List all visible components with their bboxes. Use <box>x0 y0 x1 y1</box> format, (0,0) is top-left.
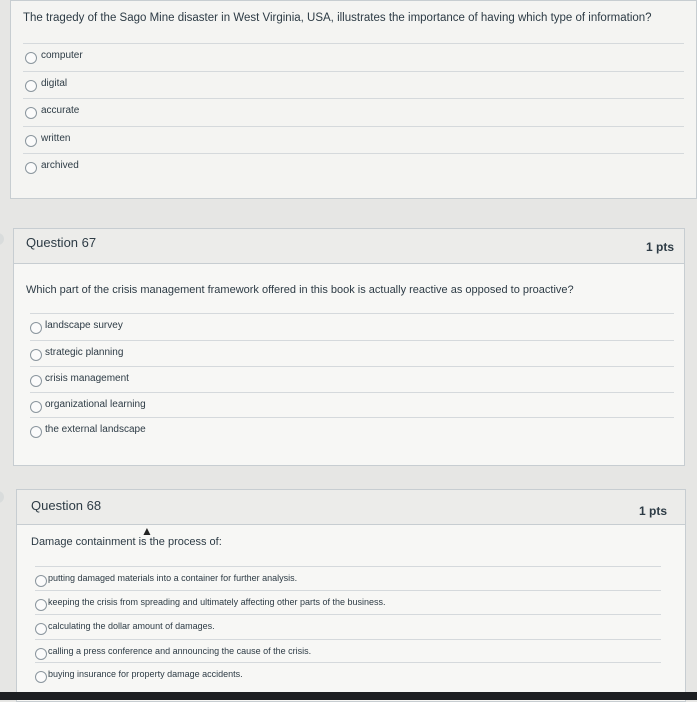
answer-label: keeping the crisis from spreading and ul… <box>48 597 386 607</box>
answer-label: calculating the dollar amount of damages… <box>48 621 215 631</box>
radio-button[interactable] <box>30 349 42 361</box>
question-header: Question 68 1 pts <box>17 490 685 525</box>
answer-option[interactable]: calculating the dollar amount of damages… <box>35 614 661 641</box>
answer-option[interactable]: accurate <box>23 98 684 125</box>
radio-button[interactable] <box>35 671 47 683</box>
question-title: Question 68 <box>31 498 102 513</box>
question-marker-icon <box>0 233 4 245</box>
answer-label: written <box>41 133 71 144</box>
radio-button[interactable] <box>25 135 37 147</box>
question-points: 1 pts <box>638 504 667 518</box>
answer-label: landscape survey <box>45 320 123 331</box>
radio-button[interactable] <box>30 322 42 334</box>
question-points: 1 pts <box>645 240 674 254</box>
answer-label: computer <box>41 50 83 61</box>
question-card-67: Question 67 1 pts Which part of the cris… <box>13 228 685 466</box>
answer-label: accurate <box>41 105 80 116</box>
answer-label: the external landscape <box>45 424 146 435</box>
radio-button[interactable] <box>25 107 37 119</box>
answer-label: organizational learning <box>45 399 146 410</box>
answer-option[interactable]: buying insurance for property damage acc… <box>35 662 661 689</box>
answer-option[interactable]: putting damaged materials into a contain… <box>35 566 661 593</box>
radio-button[interactable] <box>25 162 37 174</box>
quiz-page: The tragedy of the Sago Mine disaster in… <box>0 0 697 702</box>
answer-label: crisis management <box>45 373 129 384</box>
radio-button[interactable] <box>35 648 47 660</box>
answer-option[interactable]: landscape survey <box>30 313 674 340</box>
question-text: Damage containment is the process of: <box>31 536 222 548</box>
question-marker-icon <box>0 491 4 503</box>
answer-option[interactable]: archived <box>23 153 684 180</box>
answer-option[interactable]: the external landscape <box>30 417 674 444</box>
answer-label: archived <box>41 160 79 171</box>
radio-button[interactable] <box>30 426 42 438</box>
answer-option[interactable]: digital <box>23 71 684 98</box>
answer-option[interactable]: strategic planning <box>30 340 674 367</box>
answer-label: calling a press conference and announcin… <box>48 646 312 656</box>
radio-button[interactable] <box>25 80 37 92</box>
question-text: Which part of the crisis management fram… <box>26 284 574 296</box>
screen-bezel <box>0 692 697 700</box>
answer-option[interactable]: crisis management <box>30 366 674 393</box>
question-text: The tragedy of the Sago Mine disaster in… <box>23 12 652 24</box>
answer-label: buying insurance for property damage acc… <box>48 669 243 679</box>
radio-button[interactable] <box>25 52 37 64</box>
question-header: Question 67 1 pts <box>14 229 684 264</box>
answer-option[interactable]: written <box>23 126 684 153</box>
question-card-prev: The tragedy of the Sago Mine disaster in… <box>10 0 697 199</box>
radio-button[interactable] <box>35 575 47 587</box>
answer-option[interactable]: keeping the crisis from spreading and ul… <box>35 590 661 617</box>
question-card-68: Question 68 1 pts ▲ Damage containment i… <box>16 489 686 702</box>
answer-label: digital <box>41 78 68 89</box>
radio-button[interactable] <box>35 599 47 611</box>
radio-button[interactable] <box>30 375 42 387</box>
question-title: Question 67 <box>26 235 97 250</box>
answer-option[interactable]: organizational learning <box>30 392 674 419</box>
radio-button[interactable] <box>35 623 47 635</box>
radio-button[interactable] <box>30 401 42 413</box>
answer-label: strategic planning <box>45 347 124 358</box>
answer-option[interactable]: computer <box>23 43 684 70</box>
answer-label: putting damaged materials into a contain… <box>48 573 298 583</box>
